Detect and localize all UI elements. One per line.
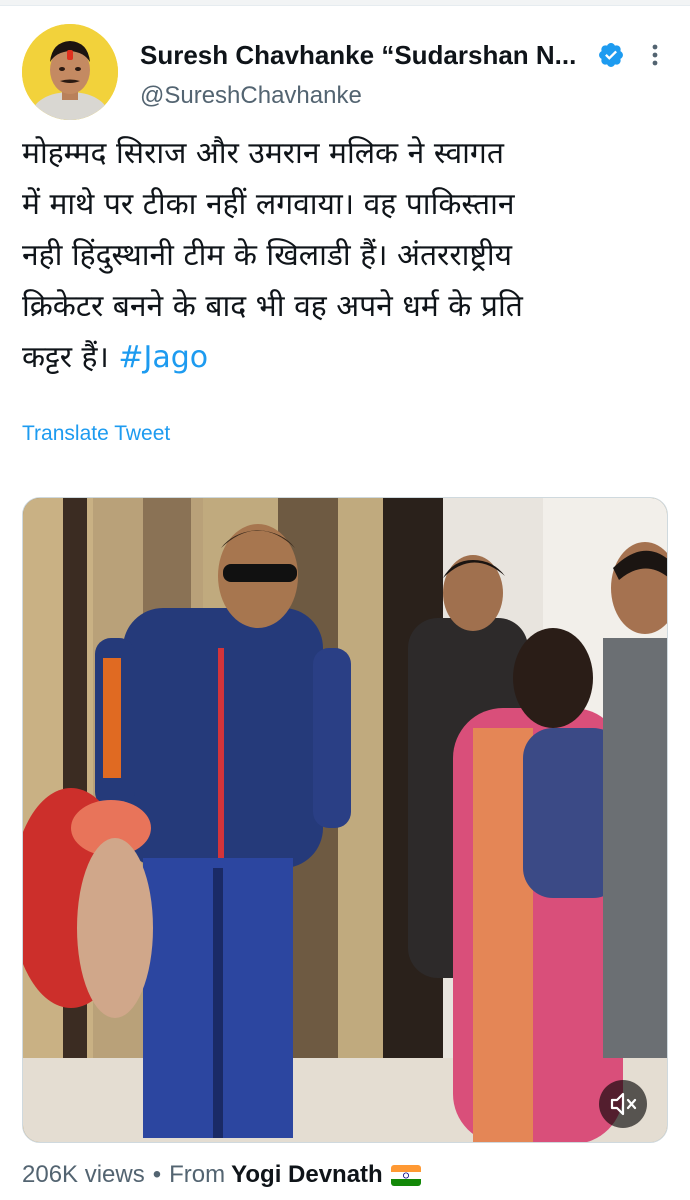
india-flag-icon [390,1164,421,1186]
view-count: 206K views [22,1161,145,1188]
profile-photo-icon [22,24,118,120]
volume-muted-icon [610,1092,637,1116]
tweet-text-line: क्रिकेटर बनने के बाद भी वह अपने धर्म के … [22,289,523,324]
tweet-text: मोहम्मद सिराज और उमरान मलिक ने स्वागत मे… [22,128,672,383]
hashtag-link[interactable]: #Jago [118,340,208,375]
tweet-text-last: कट्टर हैं। [22,340,109,375]
tweet-footer: 206K views • From Yogi Devnath [22,1158,421,1192]
mute-toggle-button[interactable] [599,1080,647,1128]
author-display-name[interactable]: Suresh Chavhanke “Sudarshan N... [140,38,585,72]
more-options-icon[interactable] [640,40,670,70]
verified-badge-icon [597,41,625,69]
translate-tweet-link[interactable]: Translate Tweet [22,420,170,448]
source-account-link[interactable]: Yogi Devnath [231,1161,383,1189]
from-label: From [169,1161,226,1188]
separator-dot: • [152,1161,162,1188]
top-divider [0,0,690,6]
author-avatar[interactable] [22,24,118,120]
author-handle[interactable]: @SureshChavhanke [140,80,362,112]
video-frame [23,498,667,1142]
tweet-text-line: कट्टर हैं। #Jago [22,332,672,383]
tweet-video[interactable] [22,497,668,1143]
tweet-text-line: में माथे पर टीका नहीं लगवाया। वह पाकिस्त… [22,187,515,222]
tweet-text-line: मोहम्मद सिराज और उमरान मलिक ने स्वागत [22,136,504,171]
tweet-text-line: नही हिंदुस्थानी टीम के खिलाडी हैं। अंतरर… [22,238,513,273]
